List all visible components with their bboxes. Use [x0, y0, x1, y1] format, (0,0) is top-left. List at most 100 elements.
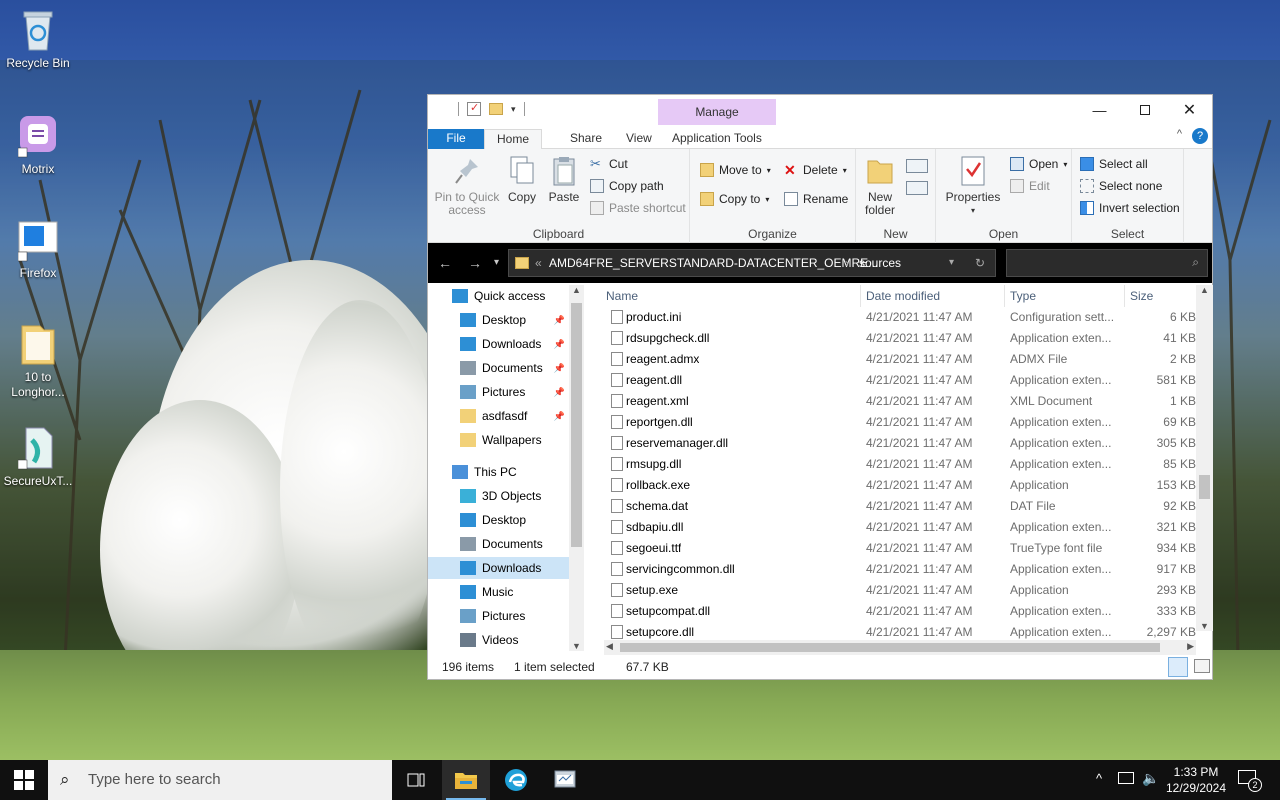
nav-item[interactable]: Downloads — [428, 557, 569, 579]
column-header-type[interactable]: Type — [1010, 289, 1036, 303]
search-input[interactable]: ⌕ — [1006, 249, 1208, 277]
nav-item[interactable]: Music — [428, 581, 569, 603]
paste-button[interactable]: Paste — [546, 155, 582, 204]
column-header-size[interactable]: Size — [1130, 289, 1153, 303]
pin-to-quick-access-button[interactable]: Pin to Quick access — [434, 155, 500, 217]
scroll-thumb[interactable] — [1199, 475, 1210, 499]
nav-item[interactable]: Videos — [428, 629, 569, 651]
scroll-thumb[interactable] — [571, 303, 582, 547]
nav-item[interactable]: Pictures — [428, 605, 569, 627]
desktop-icon-longhorn[interactable]: 10 to Longhor... — [0, 322, 76, 400]
taskbar-search-box[interactable]: ⌕ Type here to search — [48, 760, 392, 800]
select-all-button[interactable]: Select all — [1080, 157, 1148, 171]
back-arrow-icon[interactable]: ← — [438, 255, 452, 271]
scroll-down-icon[interactable]: ▼ — [1200, 621, 1209, 631]
tab-application-tools[interactable]: Application Tools — [660, 129, 774, 149]
close-button[interactable]: ✕ — [1167, 95, 1212, 125]
start-button[interactable] — [0, 760, 48, 800]
cut-button[interactable]: ✂ Cut — [590, 157, 628, 172]
column-divider[interactable] — [860, 285, 861, 307]
file-row[interactable]: rollback.exe 4/21/2021 11:47 AM Applicatio… — [604, 475, 1204, 496]
new-folder-button[interactable]: New folder — [858, 155, 902, 217]
scroll-left-icon[interactable]: ◀ — [606, 641, 613, 652]
task-view-button[interactable] — [392, 760, 440, 800]
file-row[interactable]: product.ini 4/21/2021 11:47 AM Configurati… — [604, 307, 1204, 328]
nav-item[interactable]: This PC — [428, 461, 569, 483]
scroll-right-icon[interactable]: ▶ — [1187, 641, 1194, 652]
select-none-button[interactable]: Select none — [1080, 179, 1162, 193]
show-hidden-icons-chevron-icon[interactable]: ^ — [1096, 771, 1102, 786]
details-view-icon[interactable] — [1168, 657, 1188, 677]
tab-share[interactable]: Share — [558, 129, 614, 149]
maximize-button[interactable] — [1122, 95, 1167, 125]
horizontal-scrollbar[interactable]: ◀ ▶ — [604, 640, 1196, 655]
column-divider[interactable] — [1124, 285, 1125, 307]
invert-selection-button[interactable]: Invert selection — [1080, 201, 1180, 215]
title-bar[interactable]: ✓ ▾ Manage — ✕ — [428, 95, 1212, 125]
new-item-icon[interactable] — [906, 159, 928, 173]
column-header-date[interactable]: Date modified — [866, 289, 940, 303]
breadcrumb-current[interactable]: sources — [859, 250, 901, 276]
easy-access-icon[interactable] — [906, 181, 928, 195]
overflow-chevron[interactable]: « — [535, 250, 542, 276]
collapse-ribbon-chevron-icon[interactable]: ^ — [1177, 128, 1182, 140]
new-folder-icon[interactable] — [489, 103, 503, 115]
nav-item[interactable]: Wallpapers — [428, 429, 569, 451]
scroll-down-icon[interactable]: ▼ — [572, 641, 581, 651]
taskbar-file-explorer[interactable] — [442, 760, 490, 800]
tab-view[interactable]: View — [614, 129, 664, 149]
open-button[interactable]: Open ▾ — [1010, 157, 1067, 171]
properties-button[interactable]: Properties ▾ — [940, 155, 1006, 217]
edit-button[interactable]: Edit — [1010, 179, 1050, 193]
copy-to-button[interactable]: Copy to ▾ — [700, 192, 769, 206]
nav-item[interactable]: Desktop 📌 — [428, 309, 569, 331]
minimize-button[interactable]: — — [1077, 95, 1122, 125]
nav-item[interactable]: Documents — [428, 533, 569, 555]
copy-button[interactable]: Copy — [504, 155, 540, 204]
move-to-button[interactable]: Move to ▾ — [700, 163, 771, 177]
file-row[interactable]: schema.dat 4/21/2021 11:47 AM DAT File 92 K… — [604, 496, 1204, 517]
desktop-icon-motrix[interactable]: Motrix — [0, 114, 76, 177]
clock[interactable]: 1:33 PM 12/29/2024 — [1164, 764, 1228, 796]
file-row[interactable]: reagent.admx 4/21/2021 11:47 AM ADMX File 2… — [604, 349, 1204, 370]
address-dropdown-chevron-icon[interactable]: ▾ — [949, 250, 954, 276]
column-divider[interactable] — [1004, 285, 1005, 307]
file-row[interactable]: reagent.xml 4/21/2021 11:47 AM XML Documen… — [604, 391, 1204, 412]
refresh-icon[interactable]: ↻ — [975, 250, 985, 276]
file-row[interactable]: rmsupg.dll 4/21/2021 11:47 AM Application … — [604, 454, 1204, 475]
scroll-up-icon[interactable]: ▲ — [1200, 285, 1209, 295]
rename-button[interactable]: Rename — [784, 192, 848, 206]
file-list-scrollbar[interactable]: ▲ ▼ — [1196, 285, 1213, 631]
properties-check-icon[interactable]: ✓ — [467, 102, 481, 116]
help-icon[interactable]: ? — [1192, 128, 1208, 144]
nav-item[interactable]: Desktop — [428, 509, 569, 531]
scroll-thumb[interactable] — [620, 643, 1160, 652]
file-row[interactable]: segoeui.ttf 4/21/2021 11:47 AM TrueType fo… — [604, 538, 1204, 559]
taskbar-edge[interactable] — [492, 760, 540, 800]
recent-locations-chevron-icon[interactable]: ▾ — [494, 257, 499, 268]
column-header-name[interactable]: Name — [606, 289, 638, 303]
network-icon[interactable] — [1118, 772, 1134, 784]
forward-arrow-icon[interactable]: → — [468, 255, 482, 271]
navigation-scrollbar[interactable]: ▲ ▼ — [569, 285, 584, 651]
file-row[interactable]: servicingcommon.dll 4/21/2021 11:47 AM App… — [604, 559, 1204, 580]
file-row[interactable]: rdsupgcheck.dll 4/21/2021 11:47 AM Applica… — [604, 328, 1204, 349]
file-row[interactable]: setupcompat.dll 4/21/2021 11:47 AM Applica… — [604, 601, 1204, 622]
desktop-icon-secureux[interactable]: SecureUxT... — [0, 426, 76, 489]
taskbar-app[interactable] — [541, 760, 589, 800]
customize-toolbar-chevron-icon[interactable]: ▾ — [511, 104, 516, 115]
desktop-icon-recycle-bin[interactable]: Recycle Bin — [0, 8, 76, 71]
file-row[interactable]: reagent.dll 4/21/2021 11:47 AM Application… — [604, 370, 1204, 391]
desktop-icon-firefox[interactable]: Firefox — [0, 218, 76, 281]
large-icons-view-icon[interactable] — [1194, 659, 1210, 673]
paste-shortcut-button[interactable]: Paste shortcut — [590, 201, 686, 215]
file-row[interactable]: setup.exe 4/21/2021 11:47 AM Application 29… — [604, 580, 1204, 601]
nav-item[interactable]: Documents 📌 — [428, 357, 569, 379]
breadcrumb-separator[interactable]: › — [845, 250, 849, 276]
scroll-up-icon[interactable]: ▲ — [572, 285, 581, 295]
copy-path-button[interactable]: Copy path — [590, 179, 664, 193]
file-row[interactable]: reportgen.dll 4/21/2021 11:47 AM Applicati… — [604, 412, 1204, 433]
nav-item[interactable]: 3D Objects — [428, 485, 569, 507]
volume-muted-icon[interactable]: 🔈 — [1142, 770, 1159, 787]
nav-item[interactable]: asdfasdf 📌 — [428, 405, 569, 427]
